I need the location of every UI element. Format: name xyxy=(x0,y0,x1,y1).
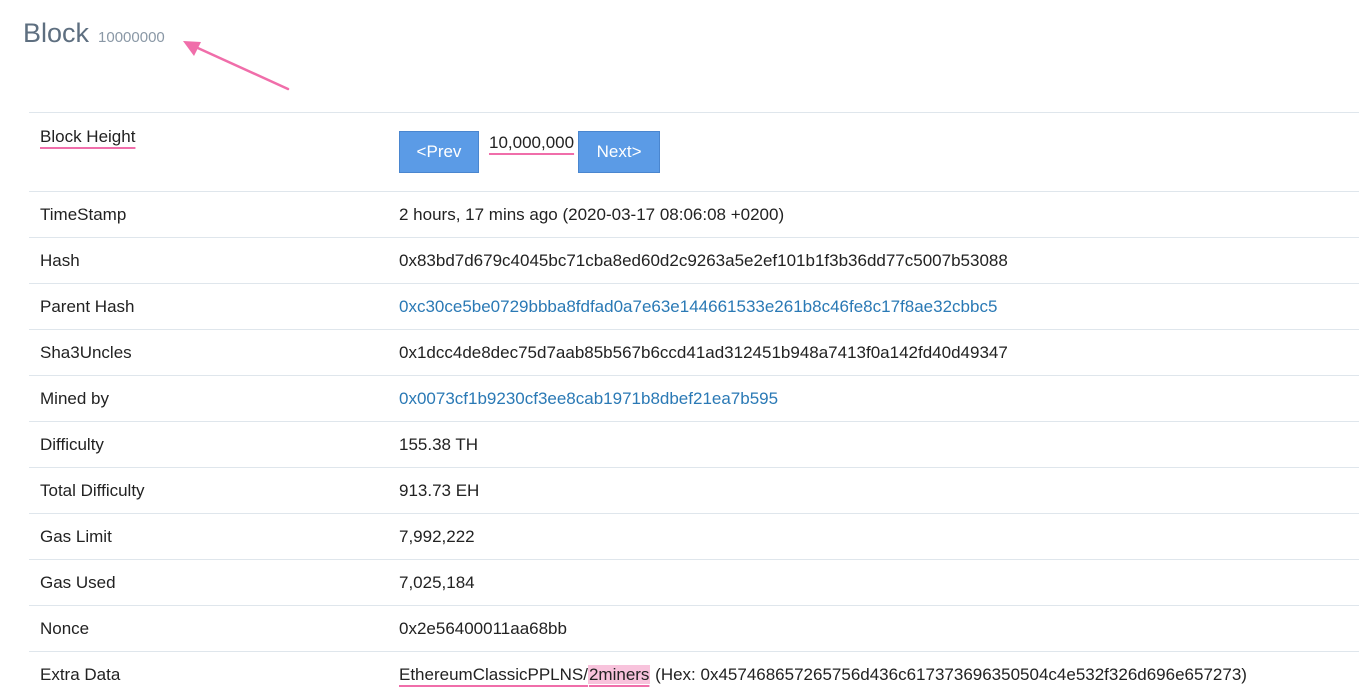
page-title-text: Block xyxy=(23,18,90,48)
extra-data-label: Extra Data xyxy=(40,664,121,684)
page-title: Block 10000000 xyxy=(23,18,165,49)
extra-data-text: EthereumClassicPPLNS/ xyxy=(399,664,588,684)
gas-used-label: Gas Used xyxy=(40,572,116,592)
table-row-nonce: Nonce 0x2e56400011aa68bb xyxy=(29,605,1359,652)
prev-block-button[interactable]: <Prev xyxy=(399,131,479,173)
table-row-mined-by: Mined by 0x0073cf1b9230cf3ee8cab1971b8db… xyxy=(29,375,1359,422)
parent-hash-label: Parent Hash xyxy=(40,296,135,316)
extra-data-highlight: 2miners xyxy=(587,664,651,684)
gas-limit-value: 7,992,222 xyxy=(399,526,475,546)
block-height-navigator: <Prev 10,000,000 Next> xyxy=(399,131,1359,173)
nonce-value: 0x2e56400011aa68bb xyxy=(399,618,567,638)
table-row-block-height: Block Height <Prev 10,000,000 Next> xyxy=(29,112,1359,192)
block-number-subtitle: 10000000 xyxy=(98,29,165,46)
annotation-arrow-icon xyxy=(183,41,290,91)
extra-data-value: EthereumClassicPPLNS/2miners (Hex: 0x457… xyxy=(388,652,1359,690)
difficulty-value: 155.38 TH xyxy=(399,434,479,454)
table-row-total-difficulty: Total Difficulty 913.73 EH xyxy=(29,467,1359,514)
total-difficulty-label: Total Difficulty xyxy=(40,480,145,500)
table-row-extra-data: Extra Data EthereumClassicPPLNS/2miners … xyxy=(29,651,1359,690)
miner-address-link[interactable]: 0x0073cf1b9230cf3ee8cab1971b8dbef21ea7b5… xyxy=(399,389,778,408)
next-block-button[interactable]: Next> xyxy=(578,131,661,173)
block-details-page: Block 10000000 Block Height <Prev 10,000… xyxy=(0,0,1359,690)
table-row-gas-used: Gas Used 7,025,184 xyxy=(29,559,1359,606)
table-row-hash: Hash 0x83bd7d679c4045bc71cba8ed60d2c9263… xyxy=(29,237,1359,284)
table-row-parent-hash: Parent Hash 0xc30ce5be0729bbba8fdfad0a7e… xyxy=(29,283,1359,330)
nonce-label: Nonce xyxy=(40,618,90,638)
parent-hash-link[interactable]: 0xc30ce5be0729bbba8fdfad0a7e63e144661533… xyxy=(399,297,997,316)
sha3uncles-label: Sha3Uncles xyxy=(40,342,132,362)
mined-by-label: Mined by xyxy=(40,388,109,408)
timestamp-label: TimeStamp xyxy=(40,204,127,224)
hash-label: Hash xyxy=(40,250,80,270)
hash-value: 0x83bd7d679c4045bc71cba8ed60d2c9263a5e2e… xyxy=(399,250,1008,270)
gas-used-value: 7,025,184 xyxy=(399,572,475,592)
difficulty-label: Difficulty xyxy=(40,434,104,454)
block-height-label: Block Height xyxy=(40,127,136,146)
extra-data-hex: (Hex: 0x457468657265756d436c617373696350… xyxy=(650,664,1247,684)
sha3uncles-value: 0x1dcc4de8dec75d7aab85b567b6ccd41ad31245… xyxy=(399,342,1008,362)
table-row-sha3uncles: Sha3Uncles 0x1dcc4de8dec75d7aab85b567b6c… xyxy=(29,329,1359,376)
timestamp-value: 2 hours, 17 mins ago (2020-03-17 08:06:0… xyxy=(399,204,785,224)
table-row-timestamp: TimeStamp 2 hours, 17 mins ago (2020-03-… xyxy=(29,191,1359,238)
table-row-difficulty: Difficulty 155.38 TH xyxy=(29,421,1359,468)
total-difficulty-value: 913.73 EH xyxy=(399,480,480,500)
block-details-table: Block Height <Prev 10,000,000 Next> Time… xyxy=(29,112,1359,690)
table-row-gas-limit: Gas Limit 7,992,222 xyxy=(29,513,1359,560)
block-height-value: 10,000,000 xyxy=(489,133,575,152)
gas-limit-label: Gas Limit xyxy=(40,526,112,546)
